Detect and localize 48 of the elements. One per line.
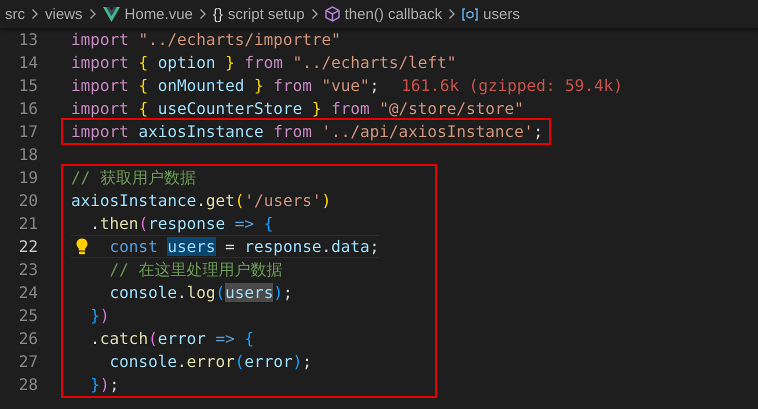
- line-number: 20: [18, 190, 38, 212]
- breadcrumb-item[interactable]: Home.vue: [124, 6, 193, 22]
- lightbulb-icon[interactable]: [76, 238, 88, 255]
- code-line: import { useCounterStore } from "@/store/store": [71, 98, 524, 120]
- code-line: // 获取用户数据: [71, 167, 196, 189]
- chevron-icon: [88, 8, 97, 20]
- variable-icon: [462, 8, 478, 20]
- breadcrumb-item[interactable]: views: [45, 6, 83, 22]
- code-line: import axiosInstance from '../api/axiosInstance';: [71, 121, 544, 143]
- code-line: import { onMounted } from "vue";: [71, 75, 380, 97]
- line-number: 18: [18, 144, 38, 166]
- code-line: .then(response => {: [89, 213, 274, 235]
- line-number: 17: [18, 121, 38, 143]
- chevron-icon: [31, 8, 39, 20]
- line-number: 19: [18, 167, 38, 189]
- line-number: 28: [18, 374, 38, 396]
- line-number: 27: [18, 351, 38, 373]
- line-number: 13: [18, 29, 38, 51]
- code-line: .catch(error => {: [89, 328, 254, 350]
- code-line: console.error(error);: [108, 351, 312, 373]
- code-line: import "../echarts/importre": [71, 29, 341, 51]
- code-line: axiosInstance.get('/users'): [71, 190, 332, 212]
- line-number: 15: [18, 75, 38, 97]
- code-line: }): [89, 305, 110, 327]
- line-number: 14: [18, 52, 38, 74]
- line-number: 16: [18, 98, 38, 120]
- chevron-icon: [310, 8, 319, 20]
- chevron-icon: [448, 8, 456, 20]
- code-line: });: [89, 374, 120, 396]
- bundle-size-hint: 161.6k (gzipped: 59.4k): [401, 75, 623, 97]
- breadcrumb-item[interactable]: users: [483, 6, 520, 22]
- breadcrumb-item[interactable]: src: [5, 6, 25, 22]
- chevron-icon: [198, 8, 207, 20]
- line-number: 26: [18, 328, 38, 350]
- code-line: const users = response.data;: [108, 236, 380, 258]
- braces-icon: {}: [212, 6, 223, 22]
- line-number: 23: [18, 259, 38, 281]
- breadcrumb-item[interactable]: script setup: [228, 6, 305, 22]
- code-line: // 在这里处理用户数据: [108, 259, 282, 281]
- line-number: 24: [18, 282, 38, 304]
- line-number: 21: [18, 213, 38, 235]
- code-line: import { option } from "../echarts/left": [71, 52, 456, 74]
- vue-logo-icon: [102, 6, 120, 22]
- code-line: console.log(users);: [108, 282, 293, 304]
- line-number: 22: [18, 236, 38, 258]
- breadcrumb-item[interactable]: then() callback: [344, 6, 442, 22]
- line-number: 25: [18, 305, 38, 327]
- cube-icon: [324, 6, 340, 22]
